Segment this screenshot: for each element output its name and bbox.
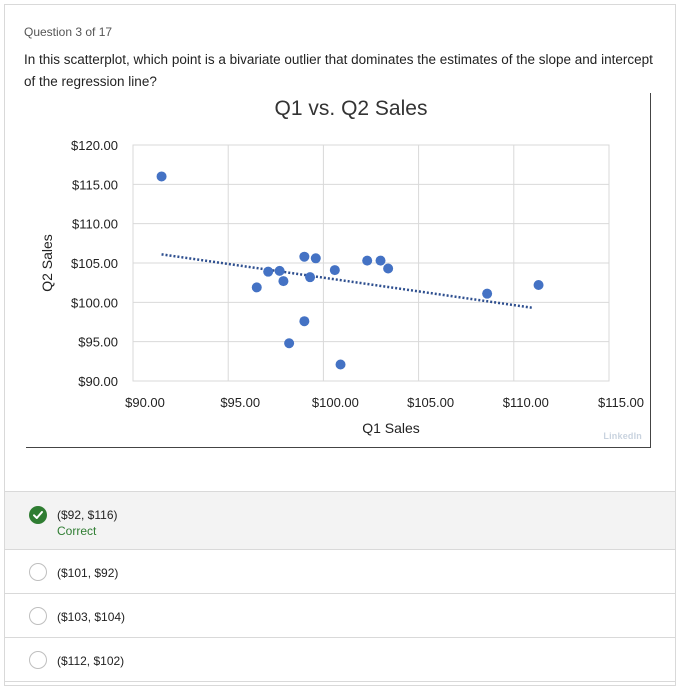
y-tick-label: $110.00 [72,217,118,232]
data-point [375,255,386,266]
data-point [335,359,346,370]
answer-label: ($101, $92) [57,566,119,580]
x-axis-label: Q1 Sales [362,420,420,436]
data-point [284,338,295,349]
radio-button[interactable] [29,563,47,581]
answer-label: ($92, $116) [57,508,118,522]
answer-label: ($103, $104) [57,610,126,624]
y-axis-label: Q2 Sales [39,234,55,292]
chart-title: Q1 vs. Q2 Sales [275,97,428,120]
answer-label: ($112, $102) [57,654,125,668]
data-point [299,251,310,262]
answer-list: ($92, $116) Correct ($101, $92) ($103, $… [5,491,675,682]
answer-option-1[interactable]: ($92, $116) Correct [5,492,675,550]
data-point [278,276,289,287]
data-point [251,282,262,293]
data-point [482,288,493,299]
data-point [310,253,321,264]
y-tick-label: $115.00 [72,177,118,192]
data-point [329,265,340,276]
data-point [299,316,310,327]
x-tick-label: $95.00 [220,395,260,410]
y-tick-label: $90.00 [78,374,118,389]
x-tick-label: $110.00 [503,395,549,410]
x-tick-label: $105.00 [407,395,454,410]
data-point [274,265,285,276]
data-point [383,263,394,274]
x-tick-label: $100.00 [312,395,359,410]
y-tick-label: $100.00 [71,295,118,310]
answer-option-3[interactable]: ($103, $104) [5,594,675,638]
scatter-chart-svg: Q1 vs. Q2 Sales $120.00 $115.00 $110.00 $105… [39,97,644,436]
data-point [263,266,274,277]
trendline [161,253,534,310]
x-tick-label: $90.00 [125,395,165,410]
question-number: Question 3 of 17 [24,25,113,39]
scatter-chart: Q1 vs. Q2 Sales $120.00 $115.00 $110.00 $105… [26,93,651,448]
x-tick-label: $115.00 [598,395,644,410]
radio-button[interactable] [29,651,47,669]
data-point [156,171,167,182]
correct-status: Correct [57,524,97,538]
y-tick-label: $105.00 [71,256,118,271]
radio-button[interactable] [29,607,47,625]
data-point [533,280,544,291]
y-tick-label: $120.00 [71,138,118,153]
question-text: In this scatterplot, which point is a bi… [24,52,653,89]
y-tick-label: $95.00 [78,335,118,350]
check-icon [29,506,47,524]
data-point [305,272,316,283]
linkedin-watermark: LinkedIn [603,431,642,441]
answer-option-2[interactable]: ($101, $92) [5,550,675,594]
answer-option-4[interactable]: ($112, $102) [5,638,675,682]
data-point [362,255,373,266]
